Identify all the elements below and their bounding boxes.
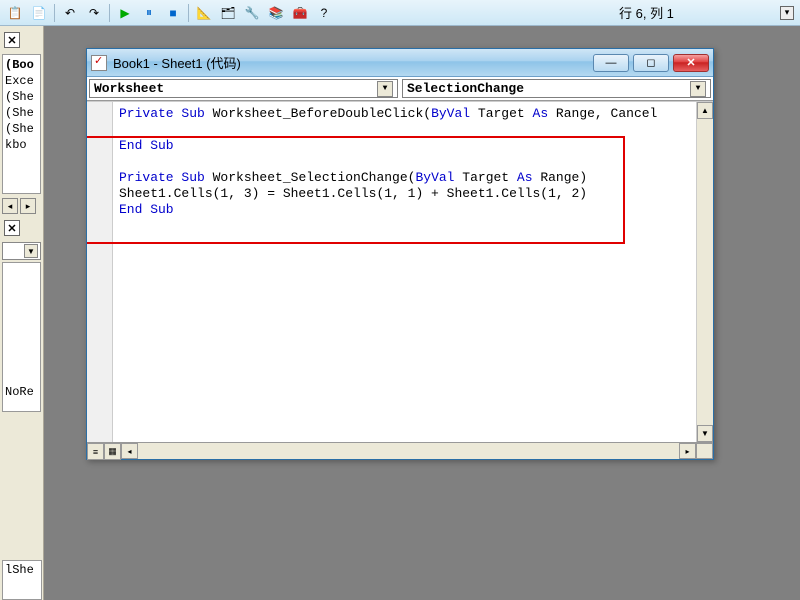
close-button[interactable]: ✕: [673, 54, 709, 72]
project-item[interactable]: kbo: [5, 137, 38, 153]
keyword: ByVal: [431, 106, 470, 121]
code-text: Range, Cancel: [548, 106, 665, 121]
titlebar[interactable]: Book1 - Sheet1 (代码) — ◻ ✕: [87, 49, 713, 77]
keyword: As: [517, 170, 533, 185]
full-view-icon[interactable]: ▦: [104, 443, 121, 460]
bottom-item: lShe: [5, 563, 39, 577]
object-combo[interactable]: ▼: [2, 242, 41, 260]
project-item[interactable]: (She: [5, 89, 38, 105]
browser-icon[interactable]: 📚: [267, 4, 285, 22]
window-title: Book1 - Sheet1 (代码): [113, 53, 241, 72]
code-editor[interactable]: Private Sub Worksheet_BeforeDoubleClick(…: [113, 102, 696, 442]
toolbar-overflow-icon[interactable]: ▾: [780, 6, 794, 20]
vertical-scrollbar[interactable]: ▲ ▼: [696, 102, 713, 442]
toolbox-icon[interactable]: 🧰: [291, 4, 309, 22]
close-panel-button[interactable]: ✕: [4, 220, 20, 236]
left-sidebar: ✕ (Boo Exce (She (She (She kbo ◂ ▸ ✕ ▼ N…: [0, 26, 44, 600]
code-text: Range): [533, 170, 588, 185]
keyword: Private Sub: [119, 170, 205, 185]
object-dropdown[interactable]: Worksheet ▼: [89, 79, 398, 98]
minimize-button[interactable]: —: [593, 54, 629, 72]
separator: [54, 4, 55, 22]
undo-icon[interactable]: ↶: [61, 4, 79, 22]
keyword: ByVal: [415, 170, 454, 185]
redo-icon[interactable]: ↷: [85, 4, 103, 22]
code-text: Target: [470, 106, 532, 121]
separator: [109, 4, 110, 22]
top-toolbar: 📋 📄 ↶ ↷ ▶ ⏸ ■ 📐 🗂 🔧 📚 🧰 ? 行 6, 列 1 ▾: [0, 0, 800, 26]
bottom-panel[interactable]: lShe: [2, 560, 42, 600]
properties-icon[interactable]: 🔧: [243, 4, 261, 22]
properties-panel[interactable]: NoRe: [2, 262, 41, 412]
chevron-down-icon[interactable]: ▼: [377, 81, 393, 97]
scroll-corner: [696, 443, 713, 459]
procedure-dropdown-value: SelectionChange: [407, 81, 524, 96]
project-item[interactable]: (Boo: [5, 57, 38, 73]
code-text: Worksheet_BeforeDoubleClick(: [205, 106, 431, 121]
maximize-button[interactable]: ◻: [633, 54, 669, 72]
horizontal-scrollbar: ≡ ▦ ◂ ▸: [87, 442, 713, 459]
run-icon[interactable]: ▶: [116, 4, 134, 22]
property-item[interactable]: NoRe: [5, 385, 38, 399]
cursor-position: 行 6, 列 1: [619, 3, 674, 22]
chevron-down-icon[interactable]: ▼: [690, 81, 706, 97]
project-icon[interactable]: 🗂: [219, 4, 237, 22]
stop-icon[interactable]: ■: [164, 4, 182, 22]
project-item[interactable]: (She: [5, 121, 38, 137]
paste-icon[interactable]: 📋: [6, 4, 24, 22]
pause-icon[interactable]: ⏸: [140, 4, 158, 22]
code-text: Target: [454, 170, 516, 185]
code-text: Sheet1.Cells(1, 3) = Sheet1.Cells(1, 1) …: [119, 186, 587, 201]
scroll-left-icon[interactable]: ◂: [121, 443, 138, 459]
project-item[interactable]: (She: [5, 105, 38, 121]
code-body: Private Sub Worksheet_BeforeDoubleClick(…: [87, 101, 713, 442]
object-dropdown-value: Worksheet: [94, 81, 164, 96]
scroll-right-icon[interactable]: ▸: [20, 198, 36, 214]
scroll-track[interactable]: [138, 443, 679, 459]
help-icon[interactable]: ?: [315, 4, 333, 22]
copy-icon[interactable]: 📄: [30, 4, 48, 22]
design-icon[interactable]: 📐: [195, 4, 213, 22]
scroll-right-icon[interactable]: ▸: [679, 443, 696, 459]
code-text: Worksheet_SelectionChange(: [205, 170, 416, 185]
scroll-up-icon[interactable]: ▲: [697, 102, 713, 119]
code-window: Book1 - Sheet1 (代码) — ◻ ✕ Worksheet ▼ Se…: [86, 48, 714, 460]
separator: [188, 4, 189, 22]
project-explorer[interactable]: (Boo Exce (She (She (She kbo: [2, 54, 41, 194]
combo-row: Worksheet ▼ SelectionChange ▼: [87, 77, 713, 101]
procedure-dropdown[interactable]: SelectionChange ▼: [402, 79, 711, 98]
scroll-left-icon[interactable]: ◂: [2, 198, 18, 214]
window-icon: [91, 55, 107, 71]
keyword: As: [533, 106, 549, 121]
keyword: End Sub: [119, 138, 174, 153]
gutter: [87, 102, 113, 442]
mdi-area: Book1 - Sheet1 (代码) — ◻ ✕ Worksheet ▼ Se…: [44, 26, 800, 600]
scroll-track[interactable]: [697, 119, 713, 425]
scroll-down-icon[interactable]: ▼: [697, 425, 713, 442]
keyword: Private Sub: [119, 106, 205, 121]
keyword: End Sub: [119, 202, 174, 217]
project-item[interactable]: Exce: [5, 73, 38, 89]
chevron-down-icon[interactable]: ▼: [24, 244, 38, 258]
close-panel-button[interactable]: ✕: [4, 32, 20, 48]
proc-view-icon[interactable]: ≡: [87, 443, 104, 460]
